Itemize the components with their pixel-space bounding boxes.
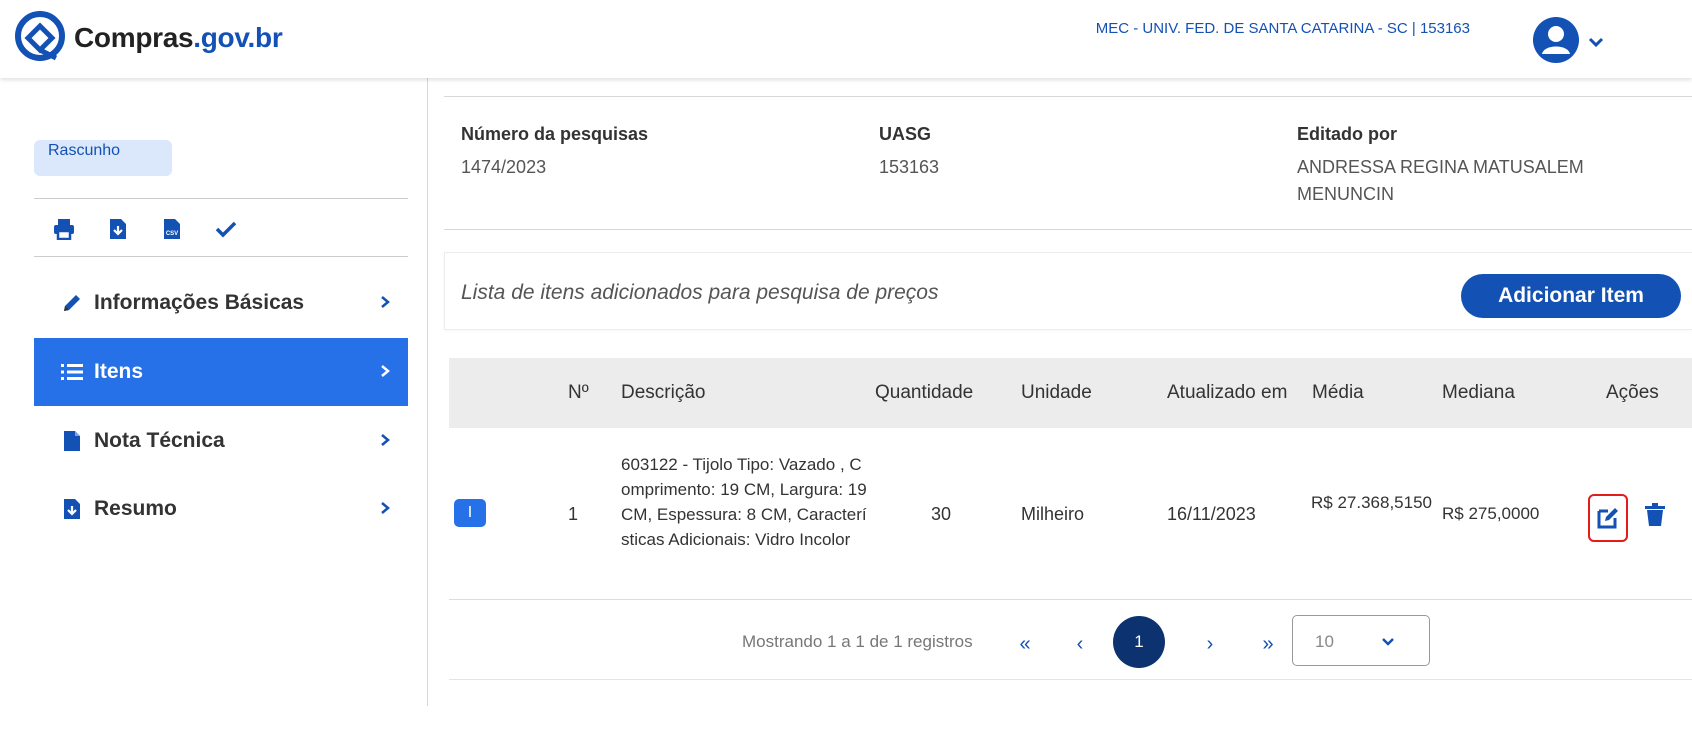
last-page-button[interactable]: » xyxy=(1250,626,1286,662)
sidebar-item-nota-tecnica[interactable]: Nota Técnica xyxy=(34,407,408,475)
column-header[interactable]: Mediana xyxy=(1442,382,1515,404)
compras-logo-icon xyxy=(15,11,65,61)
sidebar-item-resumo[interactable]: Resumo xyxy=(34,475,408,543)
current-page-button[interactable]: 1 xyxy=(1113,616,1165,668)
numero-pesquisa-label: Número da pesquisas xyxy=(461,124,649,144)
content-divider xyxy=(444,96,1692,97)
chevron-down-icon[interactable] xyxy=(1588,36,1604,48)
first-page-button[interactable]: « xyxy=(1007,626,1043,662)
sidebar-item-label: Resumo xyxy=(94,497,177,520)
file-download-icon xyxy=(60,497,84,521)
pagination-summary: Mostrando 1 a 1 de 1 registros xyxy=(742,632,973,651)
column-header[interactable]: Quantidade xyxy=(875,382,973,404)
chevron-right-icon xyxy=(381,502,390,514)
delete-button[interactable] xyxy=(1643,500,1667,530)
column-header[interactable]: Nº xyxy=(568,382,589,404)
download-button[interactable] xyxy=(102,214,134,244)
column-header[interactable]: Média xyxy=(1312,382,1364,404)
csv-icon: CSV xyxy=(164,219,180,239)
items-list-card: Lista de itens adicionados para pesquisa… xyxy=(444,252,1692,330)
edit-icon xyxy=(1597,508,1618,529)
uasg-label: UASG xyxy=(879,124,932,144)
column-header[interactable]: Atualizado em xyxy=(1167,382,1287,404)
row-number: 1 xyxy=(568,504,579,524)
row-description: 603122 - Tijolo Tipo: Vazado , Comprimen… xyxy=(621,455,867,549)
column-header: Ações xyxy=(1606,382,1659,403)
sidebar: Rascunho CSV Informações Básicas Itens N… xyxy=(8,78,428,706)
svg-text:CSV: CSV xyxy=(166,231,178,237)
add-item-button[interactable]: Adicionar Item xyxy=(1461,274,1681,318)
pagination: Mostrando 1 a 1 de 1 registros « ‹ 1 › »… xyxy=(449,600,1692,680)
download-icon xyxy=(110,219,126,239)
sidebar-divider xyxy=(34,256,408,257)
status-badge: Rascunho xyxy=(34,140,172,176)
table-row: I 1 603122 - Tijolo Tipo: Vazado , Compr… xyxy=(449,430,1692,600)
trash-icon xyxy=(1645,503,1665,526)
row-unit: Milheiro xyxy=(1021,504,1085,524)
page-size-value: 10 xyxy=(1315,632,1334,651)
table-header: Nº Descrição Quantidade Unidade Atualiza… xyxy=(449,358,1692,428)
sidebar-item-label: Informações Básicas xyxy=(94,291,305,314)
chevron-right-icon xyxy=(381,365,390,377)
row-average: R$ 27.368,5150 xyxy=(1311,493,1432,512)
sidebar-item-itens[interactable]: Itens xyxy=(34,338,408,406)
logo-text-gov: .gov.br xyxy=(193,22,283,53)
sidebar-item-label: Itens xyxy=(94,360,144,383)
chevron-right-icon xyxy=(381,434,390,446)
print-button[interactable] xyxy=(48,214,80,244)
column-header[interactable]: Unidade xyxy=(1021,382,1092,404)
logo-text-main: Compras xyxy=(74,22,194,53)
sidebar-toolbar: CSV xyxy=(48,214,242,244)
check-button[interactable] xyxy=(210,214,242,244)
row-updated-date: 16/11/2023 xyxy=(1167,504,1256,524)
editado-por-value: ANDRESSA REGINA MATUSALEM MENUNCIN xyxy=(1297,157,1584,204)
sidebar-item-informacoes-basicas[interactable]: Informações Básicas xyxy=(34,269,408,337)
chevron-down-icon xyxy=(1382,638,1394,646)
logo-text[interactable]: Compras.gov.br xyxy=(74,22,283,54)
print-icon xyxy=(54,219,74,240)
csv-button[interactable]: CSV xyxy=(156,214,188,244)
pencil-icon xyxy=(60,291,84,315)
sidebar-item-label: Nota Técnica xyxy=(94,429,225,452)
uasg-value: 153163 xyxy=(879,157,940,177)
row-info-badge[interactable]: I xyxy=(454,499,486,527)
previous-page-button[interactable]: ‹ xyxy=(1062,626,1098,662)
column-header[interactable]: Descrição xyxy=(621,382,705,404)
user-avatar-icon[interactable] xyxy=(1532,16,1580,64)
chevron-right-icon xyxy=(381,296,390,308)
list-icon xyxy=(60,360,84,384)
row-quantity: 30 xyxy=(931,504,952,524)
file-icon xyxy=(60,429,84,453)
edit-button[interactable] xyxy=(1588,494,1628,542)
editado-por-label: Editado por xyxy=(1297,124,1397,144)
content-divider xyxy=(444,229,1692,230)
list-title: Lista de itens adicionados para pesquisa… xyxy=(461,281,939,304)
next-page-button[interactable]: › xyxy=(1192,626,1228,662)
top-header: Compras.gov.br MEC - UNIV. FED. DE SANTA… xyxy=(0,0,1692,78)
check-icon xyxy=(215,221,237,238)
numero-pesquisa-value: 1474/2023 xyxy=(461,157,547,177)
row-median: R$ 275,0000 xyxy=(1442,504,1540,523)
sidebar-divider xyxy=(34,198,408,199)
organization-label: MEC - UNIV. FED. DE SANTA CATARINA - SC … xyxy=(1095,20,1470,37)
page-size-select[interactable]: 10 xyxy=(1292,615,1430,666)
